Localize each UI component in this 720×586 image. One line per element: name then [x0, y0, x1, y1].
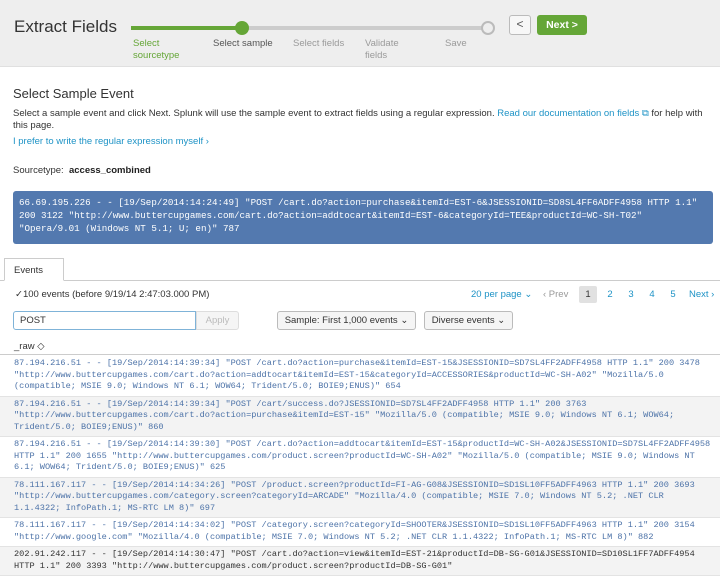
event-row[interactable]: 78.111.167.117 - - [19/Sep/2014:14:34:02… — [0, 518, 720, 547]
tab-bar: Events — [0, 258, 720, 281]
sourcetype-info: Sourcetype: access_combined — [13, 165, 151, 176]
step-label-fields: Select fields — [293, 38, 345, 49]
section-title: Select Sample Event — [13, 86, 134, 101]
event-list: 87.194.216.51 - - [19/Sep/2014:14:39:34]… — [0, 356, 720, 576]
event-row[interactable]: 87.194.216.51 - - [19/Sep/2014:14:39:30]… — [0, 437, 720, 478]
event-row[interactable]: 87.194.216.51 - - [19/Sep/2014:14:39:34]… — [0, 396, 720, 437]
page-2[interactable]: 2 — [601, 286, 619, 303]
step-label-sample: Select sample — [213, 38, 273, 49]
event-row[interactable]: 87.194.216.51 - - [19/Sep/2014:14:39:34]… — [0, 356, 720, 397]
next-page-link[interactable]: Next › — [689, 289, 714, 300]
diverse-events-dropdown[interactable]: Diverse events ⌄ — [424, 311, 513, 330]
step-current-marker — [235, 21, 249, 35]
event-row[interactable]: 78.111.167.117 - - [19/Sep/2014:14:34:26… — [0, 477, 720, 518]
page-title: Extract Fields — [14, 17, 117, 36]
step-label-save: Save — [445, 38, 467, 49]
event-count: ✓100 events (before 9/19/14 2:47:03.000 … — [15, 289, 210, 300]
chevron-right-icon: › — [205, 136, 209, 147]
external-link-icon: ⧉ — [641, 108, 649, 119]
page-1[interactable]: 1 — [579, 286, 597, 303]
selected-sample-event: 66.69.195.226 - - [19/Sep/2014:14:24:49]… — [13, 191, 713, 244]
prev-page-link[interactable]: ‹ Prev — [543, 289, 568, 300]
sourcetype-value: access_combined — [68, 165, 151, 176]
raw-column-header[interactable]: _raw ◇ — [0, 337, 720, 355]
next-button[interactable]: Next > — [537, 15, 587, 35]
step-end-marker — [481, 21, 495, 35]
page-3[interactable]: 3 — [622, 286, 640, 303]
back-button[interactable]: < — [509, 15, 531, 35]
page-5[interactable]: 5 — [664, 286, 682, 303]
per-page-dropdown[interactable]: 20 per page ⌄ — [471, 289, 532, 300]
documentation-link[interactable]: Read our documentation on fields — [497, 108, 639, 119]
intro-text: Select a sample event and click Next. Sp… — [13, 108, 703, 131]
search-filter-input[interactable] — [13, 311, 196, 330]
apply-button[interactable]: Apply — [196, 311, 239, 330]
sample-dropdown[interactable]: Sample: First 1,000 events ⌄ — [277, 311, 416, 330]
step-progress-track — [131, 26, 489, 30]
event-row[interactable]: 202.91.242.117 - - [19/Sep/2014:14:30:47… — [0, 547, 720, 576]
wizard-header: Extract Fields Select sourcetype Select … — [0, 0, 720, 67]
step-label-validate: Validate fields — [365, 38, 399, 61]
tab-events[interactable]: Events — [4, 258, 64, 281]
page-4[interactable]: 4 — [643, 286, 661, 303]
write-regex-link[interactable]: I prefer to write the regular expression… — [13, 136, 209, 147]
step-label-sourcetype: Select sourcetype — [133, 38, 180, 61]
